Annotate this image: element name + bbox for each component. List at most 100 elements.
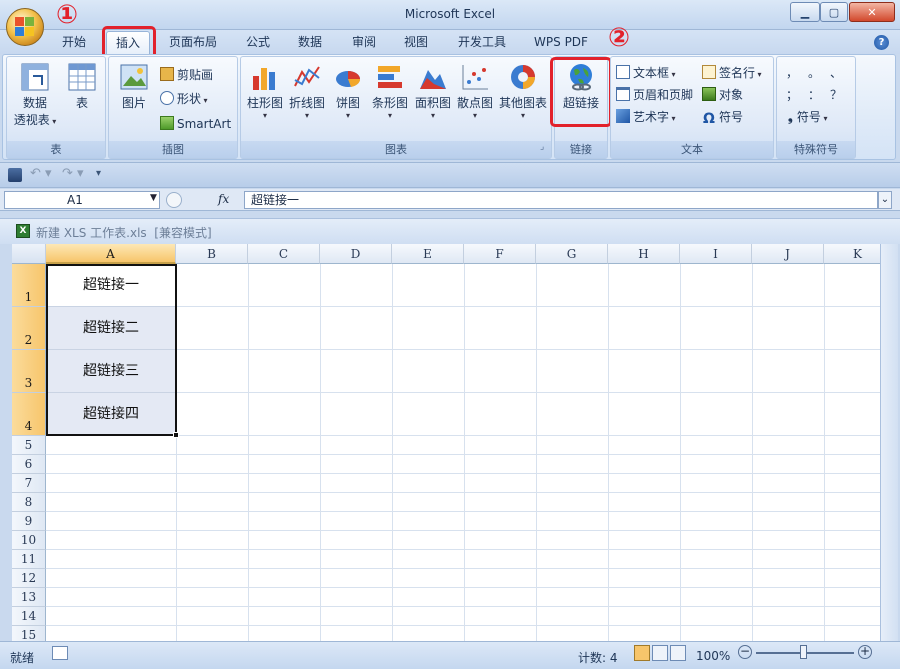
row-header-13[interactable]: 13 bbox=[12, 588, 46, 607]
customize-qat-icon[interactable]: ▾ bbox=[96, 168, 101, 179]
smartart-label: SmartArt bbox=[177, 117, 232, 131]
scatter-chart-button[interactable]: 散点图 ▾ bbox=[454, 62, 496, 120]
maximize-button[interactable]: ▢ bbox=[820, 2, 848, 22]
spreadsheet-grid[interactable]: A B C D E F G H I J K 1 2 3 4 5 6 7 8 9 … bbox=[12, 244, 892, 641]
column-header-d[interactable]: D bbox=[320, 244, 392, 264]
tab-wps-pdf[interactable]: WPS PDF bbox=[528, 31, 594, 54]
symbol-semicolon[interactable]: ； bbox=[786, 86, 798, 103]
name-box-dropdown-icon[interactable]: ▼ bbox=[150, 193, 157, 203]
row-header-12[interactable]: 12 bbox=[12, 569, 46, 588]
tab-home[interactable]: 开始 bbox=[52, 31, 96, 54]
row-header-15[interactable]: 15 bbox=[12, 626, 46, 641]
row-header-6[interactable]: 6 bbox=[12, 455, 46, 474]
selection-border bbox=[46, 264, 177, 436]
fx-icon[interactable]: fx bbox=[218, 192, 229, 206]
tab-review[interactable]: 审阅 bbox=[344, 31, 384, 54]
macro-record-icon[interactable] bbox=[52, 646, 68, 660]
group-label-illustrations: 插图 bbox=[109, 141, 237, 158]
save-icon[interactable] bbox=[8, 168, 22, 182]
gridline bbox=[536, 264, 537, 641]
table-button[interactable]: 表 bbox=[62, 62, 102, 111]
other-charts-button[interactable]: 其他图表 ▾ bbox=[496, 62, 550, 120]
column-header-b[interactable]: B bbox=[176, 244, 248, 264]
signature-line-button[interactable]: 签名行 ▾ bbox=[702, 64, 762, 81]
wordart-button[interactable]: 艺术字 ▾ bbox=[616, 108, 676, 125]
pie-chart-button[interactable]: 饼图 ▾ bbox=[328, 62, 368, 120]
row-header-14[interactable]: 14 bbox=[12, 607, 46, 626]
area-chart-button[interactable]: 面积图 ▾ bbox=[412, 62, 454, 120]
office-button[interactable] bbox=[6, 8, 44, 46]
expand-formula-icon[interactable]: ⌄ bbox=[878, 191, 892, 209]
help-icon[interactable]: ? bbox=[874, 35, 889, 50]
undo-icon[interactable]: ↶ ▾ bbox=[30, 166, 52, 181]
column-header-c[interactable]: C bbox=[248, 244, 320, 264]
symbol-comma[interactable]: ， bbox=[786, 64, 798, 81]
dropdown-arrow-icon: ▾ bbox=[820, 114, 828, 123]
tab-data[interactable]: 数据 bbox=[290, 31, 330, 54]
object-button[interactable]: 对象 bbox=[702, 86, 743, 103]
dialog-launcher-icon[interactable]: ⌟ bbox=[540, 142, 544, 152]
symbol-colon[interactable]: ： bbox=[808, 86, 820, 103]
normal-view-icon[interactable] bbox=[634, 645, 650, 661]
name-box[interactable]: A1 bbox=[4, 191, 160, 209]
shapes-button[interactable]: 形状 ▾ bbox=[160, 90, 208, 107]
minimize-button[interactable]: ▁ bbox=[790, 2, 820, 22]
row-header-3[interactable]: 3 bbox=[12, 350, 46, 393]
vertical-scrollbar[interactable] bbox=[880, 244, 898, 641]
gridline bbox=[680, 264, 681, 641]
zoom-slider-thumb[interactable] bbox=[800, 645, 807, 659]
tab-view[interactable]: 视图 bbox=[396, 31, 436, 54]
zoom-out-icon[interactable]: − bbox=[738, 645, 752, 659]
column-header-j[interactable]: J bbox=[752, 244, 824, 264]
header-footer-button[interactable]: 页眉和页脚 bbox=[616, 86, 693, 103]
page-layout-view-icon[interactable] bbox=[652, 645, 668, 661]
special-symbol-button[interactable]: ❟ 符号 ▾ bbox=[788, 108, 827, 125]
column-header-h[interactable]: H bbox=[608, 244, 680, 264]
wordart-label: 艺术字 bbox=[633, 110, 670, 124]
column-header-e[interactable]: E bbox=[392, 244, 464, 264]
page-break-view-icon[interactable] bbox=[670, 645, 686, 661]
row-header-1[interactable]: 1 bbox=[12, 264, 46, 307]
row-header-4[interactable]: 4 bbox=[12, 393, 46, 436]
select-all-corner[interactable] bbox=[12, 244, 46, 264]
tab-formulas[interactable]: 公式 bbox=[238, 31, 278, 54]
tab-developer[interactable]: 开发工具 bbox=[450, 31, 514, 54]
textbox-button[interactable]: 文本框 ▾ bbox=[616, 64, 676, 81]
formula-input[interactable]: 超链接一 bbox=[244, 191, 878, 209]
column-header-a[interactable]: A bbox=[46, 244, 176, 264]
symbol-question[interactable]: ？ bbox=[830, 86, 842, 103]
symbol-enum-comma[interactable]: 、 bbox=[830, 64, 842, 81]
row-header-10[interactable]: 10 bbox=[12, 531, 46, 550]
fill-handle[interactable] bbox=[173, 432, 179, 438]
row-header-9[interactable]: 9 bbox=[12, 512, 46, 531]
dropdown-arrow-icon: ▾ bbox=[201, 96, 208, 105]
signature-label: 签名行 bbox=[719, 66, 756, 80]
zoom-in-icon[interactable]: + bbox=[858, 645, 872, 659]
gridline bbox=[752, 264, 753, 641]
column-header-g[interactable]: G bbox=[536, 244, 608, 264]
row-header-2[interactable]: 2 bbox=[12, 307, 46, 350]
column-chart-button[interactable]: 柱形图 ▾ bbox=[244, 62, 286, 120]
redo-icon[interactable]: ↷ ▾ bbox=[62, 166, 84, 181]
gridline bbox=[46, 511, 892, 512]
line-chart-button[interactable]: 折线图 ▾ bbox=[286, 62, 328, 120]
column-chart-label: 柱形图 bbox=[246, 96, 283, 110]
gridline bbox=[46, 568, 892, 569]
row-header-8[interactable]: 8 bbox=[12, 493, 46, 512]
expand-icon[interactable] bbox=[166, 192, 182, 208]
symbol-period[interactable]: 。 bbox=[808, 64, 820, 81]
tab-page-layout[interactable]: 页面布局 bbox=[160, 31, 226, 54]
picture-button[interactable]: 图片 bbox=[114, 62, 154, 111]
column-header-f[interactable]: F bbox=[464, 244, 536, 264]
gridline bbox=[464, 264, 465, 641]
row-header-5[interactable]: 5 bbox=[12, 436, 46, 455]
clipart-button[interactable]: 剪贴画 bbox=[160, 66, 213, 83]
close-button[interactable]: ✕ bbox=[849, 2, 895, 22]
bar-chart-button[interactable]: 条形图 ▾ bbox=[368, 62, 412, 120]
row-header-11[interactable]: 11 bbox=[12, 550, 46, 569]
column-header-i[interactable]: I bbox=[680, 244, 752, 264]
smartart-button[interactable]: SmartArt bbox=[160, 116, 231, 131]
symbol-button[interactable]: Ω 符号 bbox=[702, 108, 743, 126]
row-header-7[interactable]: 7 bbox=[12, 474, 46, 493]
pivot-table-button[interactable]: 数据 透视表 ▾ bbox=[10, 62, 60, 128]
